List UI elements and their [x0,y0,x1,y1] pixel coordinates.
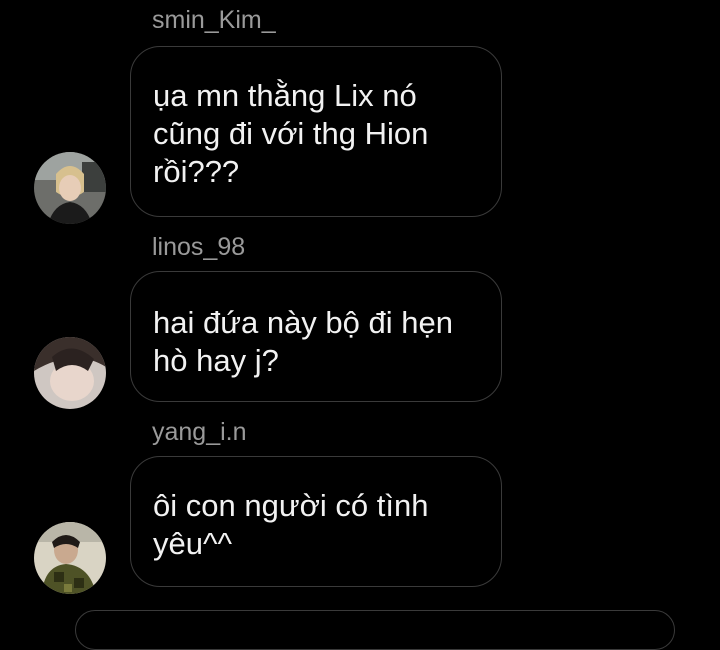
sender-name[interactable]: yang_i.n [152,418,247,447]
sender-name[interactable]: smin_Kim_ [152,6,276,35]
message-bubble[interactable]: hai đứa này bộ đi hẹn hò hay j? [130,271,502,402]
message-text: ôi con người có tình yêu^^ [153,488,429,561]
user-avatar-icon[interactable] [34,337,106,409]
sender-name[interactable]: linos_98 [152,233,245,262]
message-text: ụa mn thằng Lix nó cũng đi với thg Hion … [153,78,429,189]
message-bubble[interactable]: ụa mn thằng Lix nó cũng đi với thg Hion … [130,46,502,217]
message-bubble-partial[interactable] [75,610,675,650]
user-avatar-icon[interactable] [34,522,106,594]
message-bubble[interactable]: ôi con người có tình yêu^^ [130,456,502,587]
user-avatar-icon[interactable] [34,152,106,224]
message-text: hai đứa này bộ đi hẹn hò hay j? [153,305,453,378]
